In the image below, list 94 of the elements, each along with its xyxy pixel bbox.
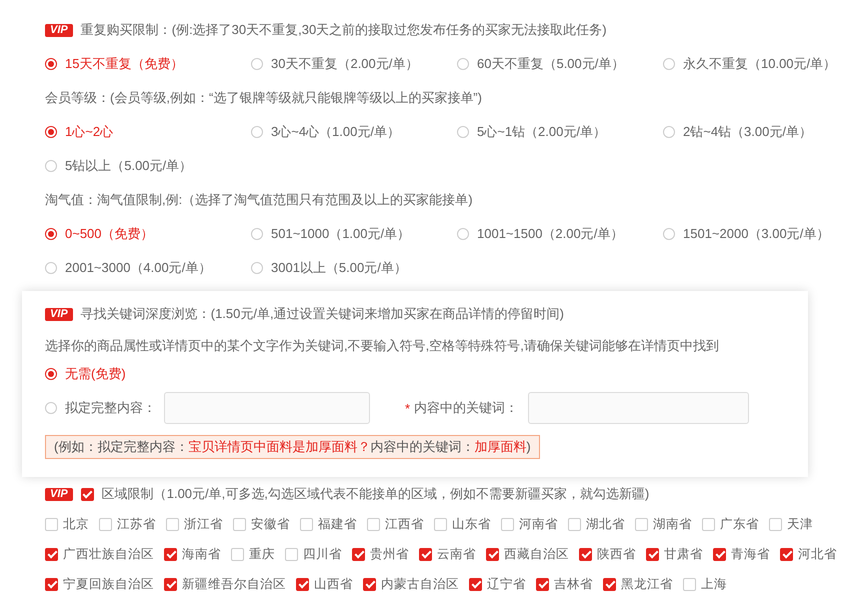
- radio-option[interactable]: 15天不重复（免费）: [45, 47, 251, 81]
- province-label[interactable]: 新疆维吾尔自治区: [182, 576, 286, 592]
- checkbox[interactable]: [45, 518, 58, 530]
- checkbox[interactable]: [352, 548, 365, 560]
- province-label[interactable]: 青海省: [731, 546, 770, 562]
- province-label[interactable]: 贵州省: [370, 546, 409, 562]
- checkbox[interactable]: [164, 548, 177, 560]
- checkbox[interactable]: [45, 548, 58, 560]
- checkbox[interactable]: [166, 518, 179, 530]
- section-title: 区域限制（1.00元/单,可多选,勾选区域代表不能接单的区域，例如不需要新疆买家，就勾选新疆): [102, 485, 650, 503]
- field-label: 内容中的关键词：: [414, 399, 518, 417]
- province-label[interactable]: 北京: [63, 516, 89, 532]
- checkbox[interactable]: [536, 578, 549, 590]
- required-mark: *: [405, 400, 410, 416]
- province-label[interactable]: 江苏省: [117, 516, 156, 532]
- province-label[interactable]: 湖南省: [653, 516, 692, 532]
- checkbox[interactable]: [568, 518, 581, 530]
- radio-option[interactable]: 永久不重复（10.00元/单）: [663, 47, 843, 81]
- province-label[interactable]: 上海: [701, 576, 727, 592]
- checkbox[interactable]: [683, 578, 696, 590]
- checkbox[interactable]: [231, 548, 244, 560]
- checkbox[interactable]: [164, 578, 177, 590]
- checkbox[interactable]: [285, 548, 298, 560]
- province-label[interactable]: 陕西省: [597, 546, 636, 562]
- province-label[interactable]: 重庆: [249, 546, 275, 562]
- province-label[interactable]: 西藏自治区: [504, 546, 569, 562]
- checkbox[interactable]: [501, 518, 514, 530]
- section-title: 淘气值：淘气值限制,例:（选择了淘气值范围只有范围及以上的买家能接单): [45, 191, 473, 209]
- radio-option[interactable]: 60天不重复（5.00元/单）: [457, 47, 663, 81]
- radio-option[interactable]: 3心~4心（1.00元/单）: [251, 115, 457, 149]
- radio-option[interactable]: 0~500（免费）: [45, 217, 251, 251]
- province-label[interactable]: 吉林省: [554, 576, 593, 592]
- radio-option[interactable]: 5心~1钻（2.00元/单）: [457, 115, 663, 149]
- checkbox[interactable]: [419, 548, 432, 560]
- radio-option[interactable]: 501~1000（1.00元/单）: [251, 217, 457, 251]
- checkbox[interactable]: [780, 548, 793, 560]
- radio-option[interactable]: 5钻以上（5.00元/单）: [45, 149, 251, 183]
- radio-option[interactable]: 无需(免费): [45, 361, 126, 387]
- province-label[interactable]: 天津: [787, 516, 813, 532]
- checkbox[interactable]: [367, 518, 380, 530]
- checkbox[interactable]: [635, 518, 648, 530]
- province-label[interactable]: 甘肃省: [664, 546, 703, 562]
- checkbox[interactable]: [579, 548, 592, 560]
- section-title: 会员等级：(会员等级,例如：“选了银牌等级就只能银牌等级以上的买家接单”): [45, 89, 482, 107]
- province-label[interactable]: 湖北省: [586, 516, 625, 532]
- province-label[interactable]: 宁夏回族自治区: [63, 576, 154, 592]
- radio-option[interactable]: 1001~1500（2.00元/单）: [457, 217, 663, 251]
- radio-option[interactable]: 30天不重复（2.00元/单）: [251, 47, 457, 81]
- checkbox[interactable]: [434, 518, 447, 530]
- checkbox[interactable]: [646, 548, 659, 560]
- vip-badge: VIP: [45, 24, 73, 36]
- input-field[interactable]: [164, 392, 370, 424]
- radio-option[interactable]: 2钻~4钻（3.00元/单）: [663, 115, 843, 149]
- province-label[interactable]: 浙江省: [184, 516, 223, 532]
- section-title: 重复购买限制：(例:选择了30天不重复,30天之前的接取过您发布任务的买家无法接取此任务): [80, 21, 607, 39]
- radio-option[interactable]: 拟定完整内容：: [45, 395, 156, 421]
- checkbox[interactable]: [769, 518, 782, 530]
- province-label[interactable]: 山东省: [452, 516, 491, 532]
- province-label[interactable]: 安徽省: [251, 516, 290, 532]
- checkbox[interactable]: [363, 578, 376, 590]
- province-label[interactable]: 内蒙古自治区: [381, 576, 459, 592]
- radio-option[interactable]: 2001~3000（4.00元/单）: [45, 251, 251, 285]
- checkbox[interactable]: [45, 578, 58, 590]
- province-label[interactable]: 河南省: [519, 516, 558, 532]
- input-field[interactable]: [528, 392, 750, 424]
- checkbox[interactable]: [486, 548, 499, 560]
- section-title: 寻找关键词深度浏览：(1.50元/单,通过设置关键词来增加买家在商品详情的停留时间): [80, 305, 564, 323]
- province-label[interactable]: 辽宁省: [487, 576, 526, 592]
- checkbox[interactable]: [233, 518, 246, 530]
- checkbox[interactable]: [713, 548, 726, 560]
- province-label[interactable]: 广东省: [720, 516, 759, 532]
- province-label[interactable]: 黑龙江省: [621, 576, 673, 592]
- province-label[interactable]: 云南省: [437, 546, 476, 562]
- example-note: (例如：拟定完整内容：宝贝详情页中面料是加厚面料？内容中的关键词：加厚面料): [45, 435, 540, 459]
- province-label[interactable]: 四川省: [303, 546, 342, 562]
- vip-badge: VIP: [45, 308, 73, 320]
- checkbox[interactable]: [99, 518, 112, 530]
- radio-option[interactable]: 1501~2000（3.00元/单）: [663, 217, 843, 251]
- checkbox[interactable]: [300, 518, 313, 530]
- checkbox[interactable]: [702, 518, 715, 530]
- province-label[interactable]: 江西省: [385, 516, 424, 532]
- province-label[interactable]: 福建省: [318, 516, 357, 532]
- description: 选择你的商品属性或详情页中的某个文字作为关键词,不要输入符号,空格等特殊符号,请确保关键词能够在详情页中找到: [45, 337, 720, 355]
- radio-option[interactable]: 3001以上（5.00元/单）: [251, 251, 457, 285]
- checkbox[interactable]: [296, 578, 309, 590]
- province-label[interactable]: 海南省: [182, 546, 221, 562]
- checkbox[interactable]: [469, 578, 482, 590]
- radio-option[interactable]: 1心~2心: [45, 115, 251, 149]
- vip-badge: VIP: [45, 488, 73, 500]
- province-label[interactable]: 广西壮族自治区: [63, 546, 154, 562]
- checkbox[interactable]: [603, 578, 616, 590]
- province-label[interactable]: 河北省: [798, 546, 837, 562]
- checkbox[interactable]: [80, 488, 94, 500]
- province-label[interactable]: 山西省: [314, 576, 353, 592]
